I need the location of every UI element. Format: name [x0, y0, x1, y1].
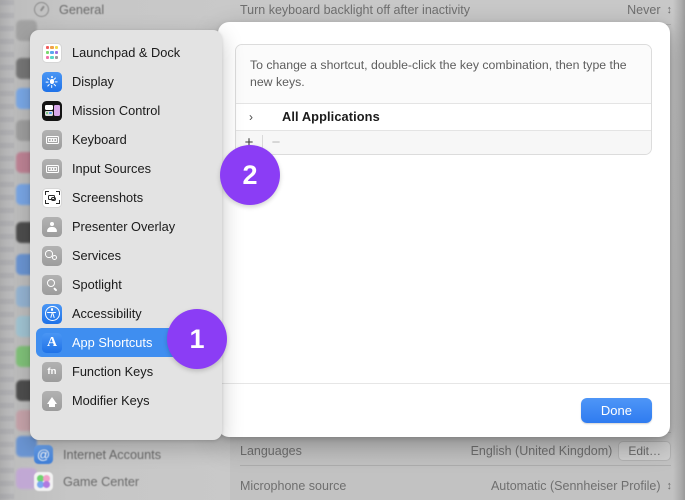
stepper-icon: ↕ — [666, 479, 672, 492]
menu-item-label: Mission Control — [72, 103, 161, 118]
chevron-right-icon[interactable]: › — [236, 110, 262, 124]
background-row-label: Microphone source — [240, 479, 347, 493]
shortcuts-hint-text: To change a shortcut, double-click the k… — [236, 45, 651, 103]
background-row-label: Languages — [240, 444, 302, 458]
background-row-languages[interactable]: Languages English (United Kingdom) Edit… — [240, 441, 671, 461]
menu-item-label: Display — [72, 74, 114, 89]
step-badge-1: 1 — [167, 309, 227, 369]
sidebar-item-label: Internet Accounts — [63, 447, 162, 462]
shortcuts-group-row[interactable]: › All Applications — [236, 102, 651, 130]
game-center-icon — [34, 472, 53, 491]
popover-footer: Done — [218, 383, 670, 437]
app-shortcuts-popover: To change a shortcut, double-click the k… — [218, 22, 670, 437]
mission-control-icon — [42, 100, 62, 121]
menu-item-label: Spotlight — [72, 277, 122, 292]
menu-item-modifier-keys[interactable]: Modifier Keys — [36, 386, 216, 415]
menu-item-display[interactable]: Display — [36, 67, 216, 96]
function-keys-icon: fn — [42, 361, 62, 382]
app-shortcuts-icon: A — [42, 332, 62, 353]
stepper-icon: ↕ — [666, 3, 672, 16]
shortcuts-group-title: All Applications — [282, 109, 380, 125]
display-icon — [42, 71, 62, 92]
menu-item-label: Input Sources — [72, 161, 151, 176]
edit-languages-button[interactable]: Edit… — [618, 441, 671, 461]
menu-item-input-sources[interactable]: Input Sources — [36, 154, 216, 183]
presenter-overlay-icon — [42, 216, 62, 237]
menu-item-label: Modifier Keys — [72, 393, 150, 408]
window-left-edge — [0, 0, 14, 500]
menu-item-label: App Shortcuts — [72, 335, 153, 350]
spotlight-icon — [42, 274, 62, 295]
menu-item-keyboard[interactable]: Keyboard — [36, 125, 216, 154]
menu-item-label: Function Keys — [72, 364, 154, 379]
accessibility-icon — [42, 303, 62, 324]
menu-item-label: Launchpad & Dock — [72, 45, 181, 60]
menu-item-mission-control[interactable]: Mission Control — [36, 96, 216, 125]
menu-item-label: Services — [72, 248, 122, 263]
screen: Turn keyboard backlight off after inacti… — [0, 0, 685, 500]
launchpad-icon — [42, 42, 62, 63]
keyboard-settings-menu: Launchpad & Dock Display Mission Control… — [30, 30, 222, 440]
background-row-value: Automatic (Sennheiser Profile) — [490, 479, 661, 493]
menu-item-label: Presenter Overlay — [72, 219, 176, 234]
background-row-label: Turn keyboard backlight off after inacti… — [240, 3, 470, 17]
background-row-value-group[interactable]: Never ↕ — [627, 3, 672, 17]
menu-item-screenshots[interactable]: Screenshots — [36, 183, 216, 212]
sidebar-item-label: General — [59, 2, 105, 17]
menu-item-services[interactable]: Services — [36, 241, 216, 270]
shortcuts-card: To change a shortcut, double-click the k… — [235, 44, 652, 155]
background-row-value: Never — [627, 3, 661, 17]
sidebar-item-general[interactable]: General — [34, 2, 104, 17]
menu-item-presenter-overlay[interactable]: Presenter Overlay — [36, 212, 216, 241]
keyboard-icon — [42, 129, 62, 150]
background-row-microphone-source[interactable]: Microphone source Automatic (Sennheiser … — [240, 479, 672, 493]
popover-body: To change a shortcut, double-click the k… — [218, 22, 670, 383]
background-row-keyboard-backlight[interactable]: Turn keyboard backlight off after inacti… — [240, 3, 672, 17]
input-sources-icon — [42, 158, 62, 179]
step-badge-2: 2 — [220, 145, 280, 205]
gear-icon — [34, 2, 49, 17]
menu-item-launchpad-and-dock[interactable]: Launchpad & Dock — [36, 38, 216, 67]
sidebar-item-game-center[interactable]: Game Center — [34, 472, 139, 491]
screenshots-icon — [42, 187, 62, 208]
sidebar-item-internet-accounts[interactable]: @ Internet Accounts — [34, 445, 161, 464]
menu-item-label: Keyboard — [72, 132, 127, 147]
shortcuts-toolbar: + − — [236, 129, 651, 154]
background-row-value: English (United Kingdom) — [470, 444, 613, 458]
window-right-shadow — [673, 0, 685, 500]
modifier-keys-icon — [42, 390, 62, 411]
background-row-value-group[interactable]: English (United Kingdom) Edit… — [471, 441, 671, 461]
services-icon — [42, 245, 62, 266]
at-sign-icon: @ — [34, 445, 53, 464]
menu-item-label: Accessibility — [72, 306, 142, 321]
background-divider — [240, 465, 671, 466]
done-button[interactable]: Done — [580, 398, 652, 423]
sidebar-item-label: Game Center — [63, 474, 140, 489]
menu-item-spotlight[interactable]: Spotlight — [36, 270, 216, 299]
remove-shortcut-button[interactable]: − — [263, 135, 289, 150]
menu-item-label: Screenshots — [72, 190, 144, 205]
background-row-value-group[interactable]: Automatic (Sennheiser Profile) ↕ — [490, 479, 672, 493]
